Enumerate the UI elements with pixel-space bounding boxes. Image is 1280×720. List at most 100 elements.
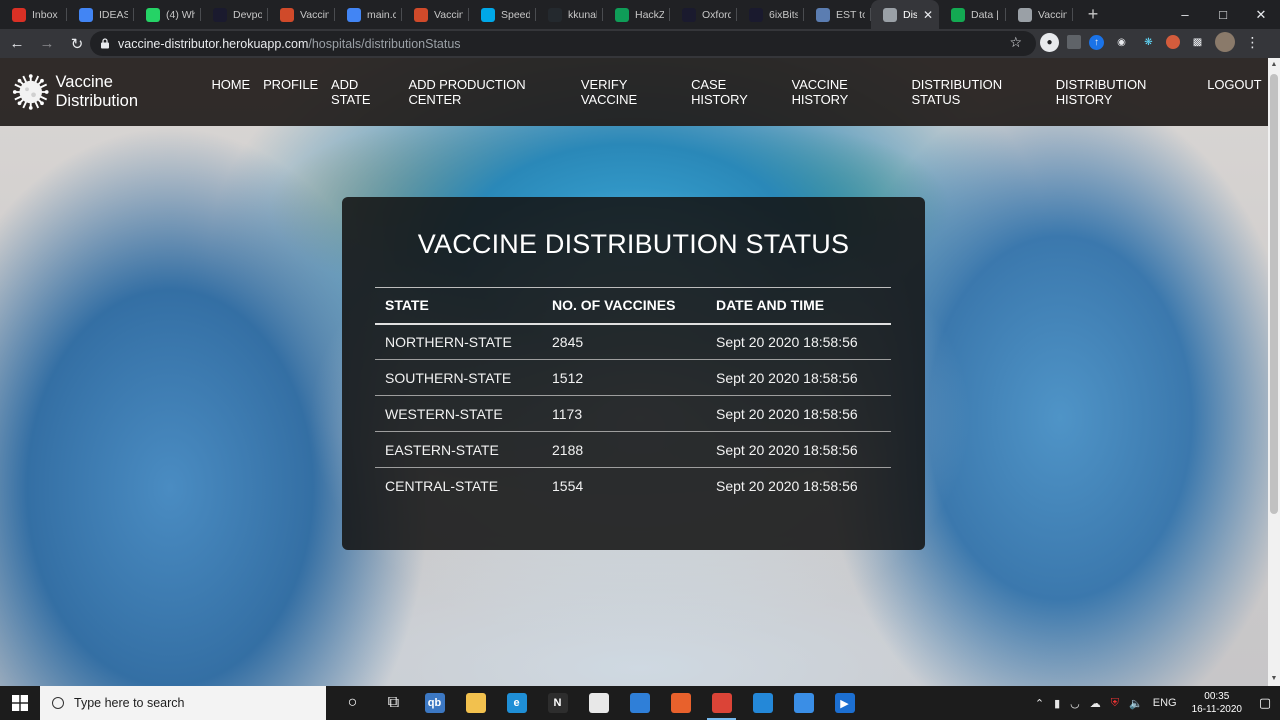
card-title: VACCINE DISTRIBUTION STATUS xyxy=(417,229,850,259)
taskbar-app[interactable] xyxy=(455,686,496,720)
url-host: vaccine-distributor.herokuapp.com xyxy=(118,36,309,51)
browser-tab[interactable]: Devpos xyxy=(201,0,268,29)
globe-icon xyxy=(1018,7,1032,22)
browser-tab[interactable]: Speed U xyxy=(469,0,536,29)
clock[interactable]: 00:35 16-11-2020 xyxy=(1192,690,1242,716)
browser-tab[interactable]: Oxford xyxy=(670,0,737,29)
page-scrollbar[interactable]: ▲ ▼ xyxy=(1268,58,1280,686)
slides-icon xyxy=(280,7,294,22)
cell-datetime: Sept 20 2020 18:58:56 xyxy=(706,395,891,432)
new-tab-button[interactable]: + xyxy=(1079,4,1107,25)
table-row: NORTHERN-STATE 2845 Sept 20 2020 18:58:56 xyxy=(375,323,891,360)
notifications-icon[interactable]: ▢ xyxy=(1250,695,1280,711)
browser-tab-title: main.cc xyxy=(367,8,396,21)
extension-dark-reader-icon[interactable] xyxy=(1166,35,1180,49)
nav-case-history[interactable]: CASE HISTORY xyxy=(685,77,785,107)
taskbar-app[interactable]: N xyxy=(537,686,578,720)
browser-tab[interactable]: Dist ✕ xyxy=(871,0,939,29)
onedrive-cloud-icon[interactable]: ☁ xyxy=(1090,697,1101,710)
start-button[interactable] xyxy=(0,686,40,720)
browser-tab[interactable]: HackZe xyxy=(603,0,670,29)
brand[interactable]: Vaccine Distribution xyxy=(12,72,191,112)
taskbar-app[interactable] xyxy=(742,686,783,720)
nav-vaccine-history[interactable]: VACCINE HISTORY xyxy=(785,77,905,107)
extension-react-icon[interactable]: ❋ xyxy=(1139,33,1158,52)
taskbar-app[interactable]: ○ xyxy=(332,686,373,720)
taskbar-app[interactable]: qb xyxy=(414,686,455,720)
pinned-apps: ○ ⧉ qb e N ▶ xyxy=(332,686,865,720)
store-icon xyxy=(588,693,609,713)
taskbar-app[interactable] xyxy=(619,686,660,720)
browser-tab[interactable]: Inbox (2 xyxy=(0,0,67,29)
wifi-icon[interactable]: ◡ xyxy=(1070,697,1080,710)
browser-tab[interactable]: Vaccine xyxy=(268,0,335,29)
search-icon xyxy=(52,697,64,709)
extension-camera-icon[interactable]: ◉ xyxy=(1112,33,1131,52)
sheets-icon xyxy=(615,7,629,22)
nav-add-production-center[interactable]: ADD PRODUCTION CENTER xyxy=(402,77,574,107)
table-row: WESTERN-STATE 1173 Sept 20 2020 18:58:56 xyxy=(375,395,891,432)
battery-icon[interactable]: ▮ xyxy=(1054,697,1060,710)
browser-tab[interactable]: kkunalc xyxy=(536,0,603,29)
taskbar-app[interactable]: e xyxy=(496,686,537,720)
browser-tab[interactable]: Vaccine xyxy=(402,0,469,29)
extension-grid-icon[interactable] xyxy=(1067,35,1081,49)
nav-logout[interactable]: LOGOUT xyxy=(1201,77,1268,107)
browser-tab[interactable]: EST to I xyxy=(804,0,871,29)
nav-profile[interactable]: PROFILE xyxy=(257,77,325,107)
taskbar-app[interactable]: ⧉ xyxy=(373,686,414,720)
show-hidden-icons-chevron-icon[interactable]: ⌃ xyxy=(1035,697,1044,710)
bookmark-star-icon[interactable]: ☆ xyxy=(1009,34,1022,51)
taskbar-app[interactable]: ▶ xyxy=(824,686,865,720)
nav-distribution-history[interactable]: DISTRIBUTION HISTORY xyxy=(1049,77,1200,107)
chrome-menu-icon[interactable]: ⋮ xyxy=(1243,33,1262,52)
profile-avatar-icon[interactable] xyxy=(1215,32,1235,52)
scrollbar-thumb[interactable] xyxy=(1270,74,1278,514)
taskbar-app[interactable] xyxy=(701,686,742,720)
reload-button[interactable]: ↻ xyxy=(64,31,90,57)
devpost-icon xyxy=(682,7,696,22)
taskbar-app[interactable] xyxy=(783,686,824,720)
gmail-icon xyxy=(12,7,26,22)
browser-toolbar: ← → ↻ vaccine-distributor.herokuapp.com /… xyxy=(0,29,1280,58)
taskbar-app[interactable] xyxy=(578,686,619,720)
browser-tab[interactable]: IDEAS/F xyxy=(67,0,134,29)
cortana-icon: ○ xyxy=(347,694,358,711)
scroll-down-arrow-icon[interactable]: ▼ xyxy=(1268,672,1280,686)
browser-tab-title: EST to I xyxy=(836,8,865,21)
volume-icon[interactable]: 🔈 xyxy=(1129,697,1143,710)
browser-tab[interactable]: (4) Wha xyxy=(134,0,201,29)
close-tab-icon[interactable]: ✕ xyxy=(923,8,933,22)
devpost-icon xyxy=(213,7,227,22)
chrome-icon xyxy=(711,693,732,713)
extensions-puzzle-icon[interactable]: ▩ xyxy=(1188,33,1207,52)
browser-tab[interactable]: Data | A xyxy=(939,0,1006,29)
firefox-icon xyxy=(670,693,691,713)
minimize-button[interactable]: – xyxy=(1166,0,1204,29)
browser-tab-title: Vaccine xyxy=(434,8,463,21)
extension-avatar-icon[interactable]: ● xyxy=(1040,32,1059,52)
windows-logo-icon xyxy=(12,695,28,711)
media-player-icon: ▶ xyxy=(834,693,855,713)
maximize-button[interactable]: □ xyxy=(1204,0,1242,29)
address-bar[interactable]: vaccine-distributor.herokuapp.com/hospit… xyxy=(90,31,1036,56)
browser-tab[interactable]: main.cc xyxy=(335,0,402,29)
scroll-up-arrow-icon[interactable]: ▲ xyxy=(1268,58,1280,72)
cell-vaccine-count: 1554 xyxy=(552,477,584,494)
browser-tab[interactable]: Vaccine xyxy=(1006,0,1073,29)
language-indicator[interactable]: ENG xyxy=(1153,697,1177,709)
clock-time: 00:35 xyxy=(1204,691,1230,702)
forward-button[interactable]: → xyxy=(34,31,60,57)
close-window-button[interactable]: ✕ xyxy=(1242,0,1280,29)
back-button[interactable]: ← xyxy=(4,31,30,57)
taskbar-search-box[interactable]: Type here to search xyxy=(40,686,326,720)
taskbar-app[interactable] xyxy=(660,686,701,720)
nav-add-state[interactable]: ADD STATE xyxy=(325,77,402,107)
nav-distribution-status[interactable]: DISTRIBUTION STATUS xyxy=(905,77,1049,107)
antivirus-shield-icon[interactable]: ⛨ xyxy=(1111,697,1119,710)
nav-verify-vaccine[interactable]: VERIFY VACCINE xyxy=(574,77,684,107)
globe-icon xyxy=(883,7,897,22)
extension-upload-icon[interactable]: ↑ xyxy=(1089,34,1104,50)
nav-home[interactable]: HOME xyxy=(205,77,257,107)
browser-tab[interactable]: 6ixBits: xyxy=(737,0,804,29)
